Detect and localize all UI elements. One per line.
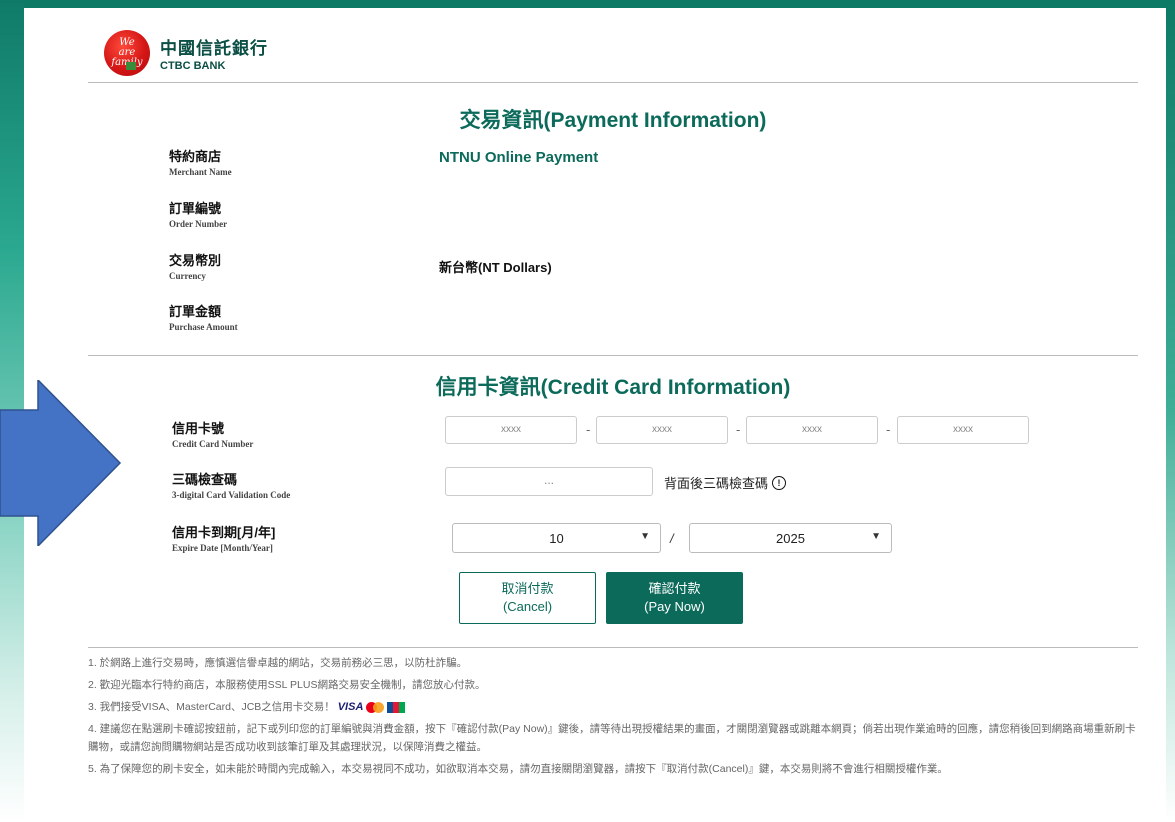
jcb-logo-icon (387, 701, 406, 713)
bank-name-cn: 中國信託銀行 (160, 39, 268, 58)
chevron-down-icon: ▼ (640, 531, 650, 542)
pointer-arrow-icon (0, 380, 122, 546)
payment-page: We are family 中國信託銀行 CTBC BANK 交易資訊(Paym… (24, 8, 1166, 822)
right-frame-stripe (1166, 0, 1175, 822)
currency-label: 交易幣別 Currency (169, 253, 222, 281)
card-number-label: 信用卡號 Credit Card Number (172, 421, 254, 449)
cvv-input[interactable]: ... (445, 467, 653, 496)
section-divider (88, 355, 1138, 356)
note-item: 5. 為了保障您的刷卡安全，如未能於時間內完成輸入，本交易視同不成功，如欲取消本… (88, 763, 948, 776)
cvv-label: 三碼檢查碼 3-digital Card Validation Code (172, 472, 291, 500)
note-item: 4. 建議您在點選刷卡確認按鈕前，記下或列印您的訂單編號與消費金額，按下『確認付… (88, 723, 1136, 754)
mastercard-logo-icon (366, 701, 385, 713)
card-number-input-1[interactable]: xxxx (445, 416, 577, 444)
merchant-label: 特約商店 Merchant Name (169, 149, 232, 177)
bank-name-en: CTBC BANK (160, 60, 226, 72)
visa-logo-icon: VISA (337, 701, 364, 714)
merchant-value: NTNU Online Payment (439, 149, 599, 166)
payment-info-title: 交易資訊(Payment Information) (459, 109, 767, 132)
note-item: 3. 我們接受VISA、MasterCard、JCB之信用卡交易！ VISA (88, 698, 1138, 716)
card-separator: - (886, 422, 891, 437)
info-icon[interactable]: ! (772, 475, 787, 490)
chevron-down-icon: ▼ (871, 531, 881, 542)
card-number-input-4[interactable]: xxxx (897, 416, 1029, 444)
order-number-label: 訂單編號 Order Number (169, 201, 228, 229)
expiry-label: 信用卡到期[月/年] Expire Date [Month/Year] (172, 525, 276, 553)
card-number-input-3[interactable]: xxxx (746, 416, 878, 444)
expiry-separator: / (670, 531, 674, 546)
header-divider (88, 82, 1138, 83)
card-brands: VISA (338, 698, 406, 716)
pay-now-button[interactable]: 確認付款 (Pay Now) (606, 572, 743, 624)
card-separator: - (736, 422, 741, 437)
footer-divider (88, 647, 1138, 648)
currency-value: 新台幣(NT Dollars) (439, 260, 552, 275)
card-separator: - (586, 422, 591, 437)
expiry-month-select[interactable]: 10 ▼ (452, 523, 661, 553)
we-are-family-logo-icon: We are family (104, 30, 150, 76)
ctbc-logo: We are family 中國信託銀行 CTBC BANK (104, 30, 268, 76)
card-number-input-2[interactable]: xxxx (596, 416, 728, 444)
cvv-hint: 背面後三碼檢查碼 ! (664, 473, 787, 492)
card-info-title: 信用卡資訊(Credit Card Information) (435, 376, 791, 399)
expiry-year-select[interactable]: 2025 ▼ (689, 523, 892, 553)
notes-list: 1. 於網路上進行交易時，應慎選信譽卓越的網站，交易前務必三思，以防杜詐騙。 2… (88, 654, 1138, 782)
cancel-button[interactable]: 取消付款 (Cancel) (459, 572, 596, 624)
note-item: 2. 歡迎光臨本行特約商店，本服務使用SSL PLUS網路交易安全機制，請您放心… (88, 679, 486, 691)
purchase-amount-label: 訂單金額 Purchase Amount (169, 304, 238, 332)
note-item: 1. 於網路上進行交易時，應慎選信譽卓越的網站，交易前務必三思，以防杜詐騙。 (88, 657, 468, 669)
top-frame-stripe (24, 0, 1175, 8)
